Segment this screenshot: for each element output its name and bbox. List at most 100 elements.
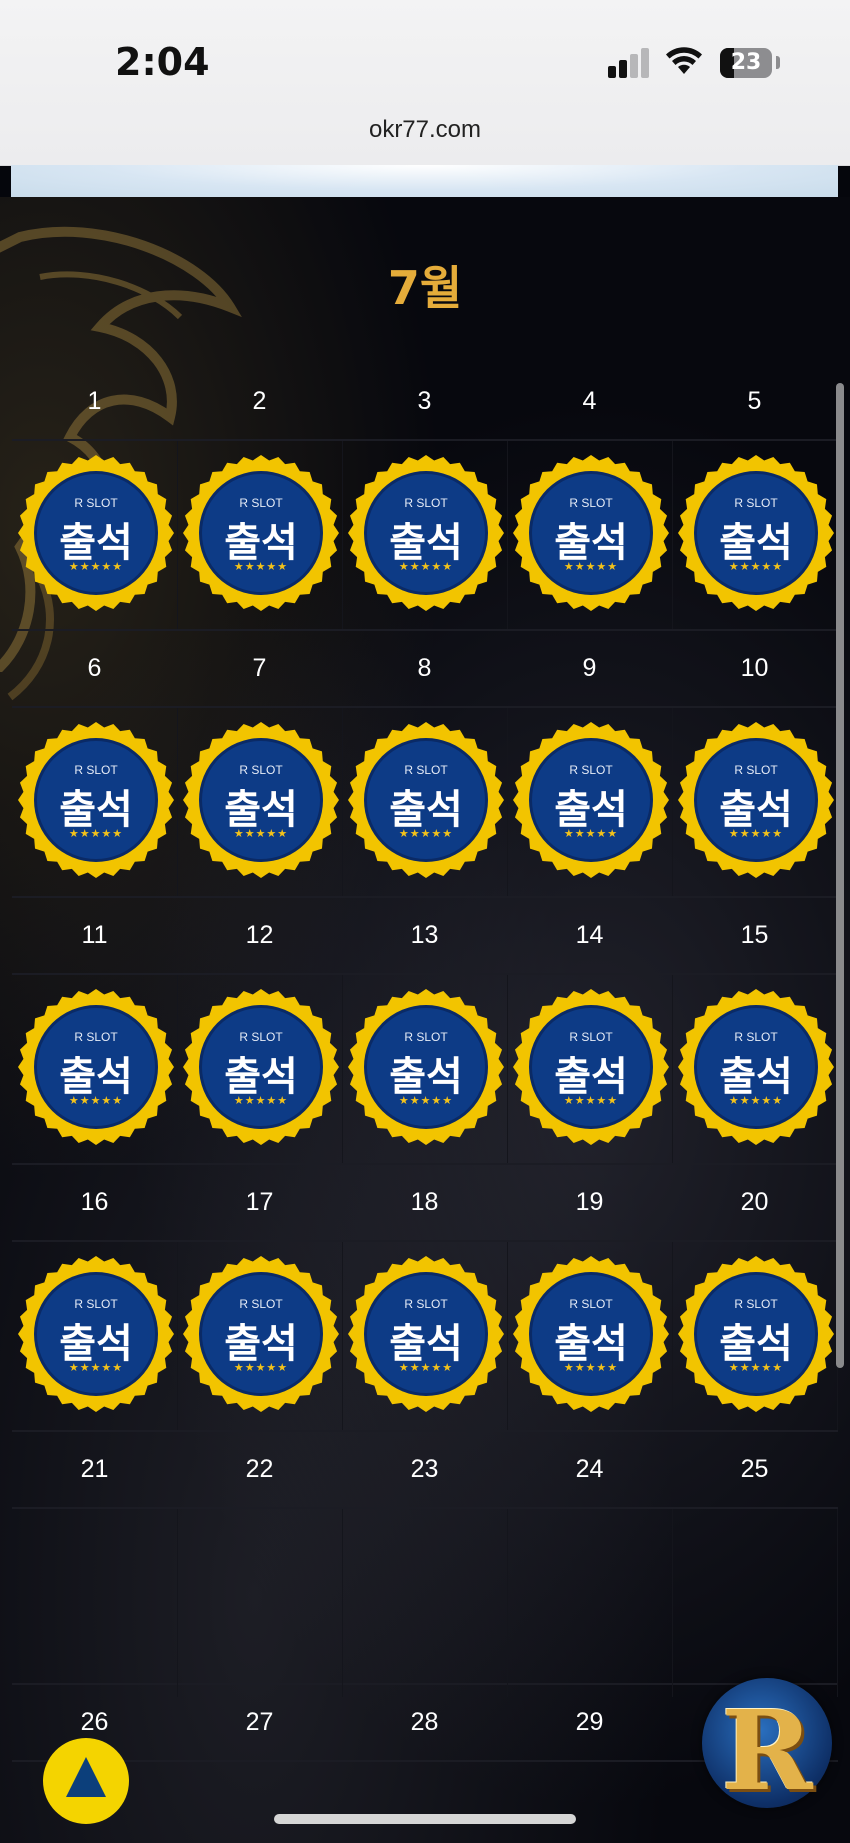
badge-stars: ★★★★★	[68, 1362, 124, 1374]
badge-text: R SLOT 출석 ★★★★★	[347, 1255, 505, 1413]
attendance-cell: R SLOT 출석 ★★★★★	[12, 441, 178, 629]
attendance-stamp: R SLOT 출석 ★★★★★	[182, 988, 340, 1146]
badge-brand: R SLOT	[404, 496, 448, 510]
attendance-stamp: R SLOT 출석 ★★★★★	[17, 721, 175, 879]
day-number: 28	[410, 1708, 439, 1736]
badge-text: R SLOT 출석 ★★★★★	[677, 454, 835, 612]
week-day-numbers: 21 22 23 24 25	[12, 1432, 838, 1509]
badge-stars: ★★★★★	[728, 1362, 784, 1374]
attendance-cell: R SLOT 출석 ★★★★★	[672, 441, 838, 629]
badge-stars: ★★★★★	[68, 1095, 124, 1107]
badge-brand: R SLOT	[74, 1030, 118, 1044]
badge-brand: R SLOT	[734, 1030, 778, 1044]
week-attendance-row	[12, 1509, 838, 1697]
day-number: 2	[252, 387, 267, 415]
attendance-stamp: R SLOT 출석 ★★★★★	[512, 988, 670, 1146]
badge-text: R SLOT 출석 ★★★★★	[677, 721, 835, 879]
badge-text: R SLOT 출석 ★★★★★	[677, 988, 835, 1146]
badge-brand: R SLOT	[239, 1297, 283, 1311]
attendance-cell: R SLOT 출석 ★★★★★	[12, 975, 178, 1163]
day-number: 17	[245, 1188, 274, 1216]
attendance-cell: R SLOT 출석 ★★★★★	[177, 441, 343, 629]
day-number: 4	[582, 387, 597, 415]
badge-stars: ★★★★★	[233, 828, 289, 840]
attendance-cell: R SLOT 출석 ★★★★★	[672, 975, 838, 1163]
attendance-cell: R SLOT 출석 ★★★★★	[672, 1242, 838, 1430]
attendance-stamp: R SLOT 출석 ★★★★★	[677, 1255, 835, 1413]
attendance-stamp: R SLOT 출석 ★★★★★	[677, 988, 835, 1146]
badge-stars: ★★★★★	[398, 561, 454, 573]
badge-brand: R SLOT	[404, 1030, 448, 1044]
day-number: 22	[245, 1455, 274, 1483]
attendance-cell: R SLOT 출석 ★★★★★	[342, 708, 508, 896]
attendance-cell: R SLOT 출석 ★★★★★	[177, 708, 343, 896]
badge-text: R SLOT 출석 ★★★★★	[512, 988, 670, 1146]
scrollbar[interactable]	[836, 383, 844, 1368]
badge-stars: ★★★★★	[728, 1095, 784, 1107]
week-attendance-row: R SLOT 출석 ★★★★★ R SLOT 출석 ★★★★★ R SLOT 출석 ★★★★★ R…	[12, 441, 838, 631]
badge-brand: R SLOT	[734, 1297, 778, 1311]
day-number: 19	[575, 1188, 604, 1216]
badge-text: R SLOT 출석 ★★★★★	[512, 454, 670, 612]
attendance-cell: R SLOT 출석 ★★★★★	[12, 708, 178, 896]
badge-stars: ★★★★★	[398, 1362, 454, 1374]
week-attendance-row: R SLOT 출석 ★★★★★ R SLOT 출석 ★★★★★ R SLOT 출석 ★★★★★ R…	[12, 975, 838, 1165]
day-number: 29	[575, 1708, 604, 1736]
wifi-icon	[666, 47, 702, 74]
attendance-cell: R SLOT 출석 ★★★★★	[507, 708, 673, 896]
badge-brand: R SLOT	[569, 1030, 613, 1044]
attendance-stamp: R SLOT 출석 ★★★★★	[347, 721, 505, 879]
badge-brand: R SLOT	[404, 763, 448, 777]
badge-stars: ★★★★★	[563, 1095, 619, 1107]
day-number: 1	[87, 387, 102, 415]
day-number: 3	[417, 387, 432, 415]
week-day-numbers: 1 2 3 4 5	[12, 364, 838, 441]
attendance-calendar-section: 7월 12345R SLOT 출석 ★★★★★ R SLOT 출석 ★★★★★ R SLOT…	[0, 197, 850, 1843]
month-title: 7월	[387, 261, 463, 315]
attendance-stamp: R SLOT 출석 ★★★★★	[512, 454, 670, 612]
badge-stars: ★★★★★	[728, 561, 784, 573]
badge-text: R SLOT 출석 ★★★★★	[182, 721, 340, 879]
attendance-cell: R SLOT 출석 ★★★★★	[507, 441, 673, 629]
attendance-stamp: R SLOT 출석 ★★★★★	[17, 454, 175, 612]
attendance-cell	[672, 1509, 838, 1697]
r-slot-logo-button[interactable]: R	[702, 1678, 832, 1815]
day-number: 7	[252, 654, 267, 682]
week-day-numbers: 6 7 8 9 10	[12, 631, 838, 708]
attendance-stamp: R SLOT 출석 ★★★★★	[347, 988, 505, 1146]
attendance-cell: R SLOT 출석 ★★★★★	[672, 708, 838, 896]
badge-text: R SLOT 출석 ★★★★★	[677, 1255, 835, 1413]
attendance-stamp: R SLOT 출석 ★★★★★	[182, 1255, 340, 1413]
attendance-cell: R SLOT 출석 ★★★★★	[507, 975, 673, 1163]
badge-brand: R SLOT	[74, 496, 118, 510]
attendance-cell	[177, 1509, 343, 1697]
attendance-cell: R SLOT 출석 ★★★★★	[342, 1242, 508, 1430]
attendance-stamp: R SLOT 출석 ★★★★★	[347, 1255, 505, 1413]
day-number: 21	[80, 1455, 109, 1483]
badge-stars: ★★★★★	[233, 1095, 289, 1107]
badge-text: R SLOT 출석 ★★★★★	[182, 454, 340, 612]
badge-text: R SLOT 출석 ★★★★★	[17, 988, 175, 1146]
day-number: 8	[417, 654, 432, 682]
attendance-cell	[12, 1509, 178, 1697]
scroll-top-button[interactable]	[43, 1738, 129, 1824]
attendance-cell	[507, 1509, 673, 1697]
badge-brand: R SLOT	[404, 1297, 448, 1311]
address-bar-url[interactable]: okr77.com	[0, 116, 850, 144]
badge-text: R SLOT 출석 ★★★★★	[17, 721, 175, 879]
top-banner	[11, 165, 838, 197]
week-day-numbers: 16 17 18 19 20	[12, 1165, 838, 1242]
badge-brand: R SLOT	[569, 763, 613, 777]
cellular-signal-icon	[608, 48, 652, 78]
home-indicator[interactable]	[274, 1814, 576, 1824]
badge-brand: R SLOT	[734, 496, 778, 510]
badge-brand: R SLOT	[239, 496, 283, 510]
battery-cap	[776, 56, 780, 69]
attendance-cell: R SLOT 출석 ★★★★★	[342, 441, 508, 629]
day-number: 16	[80, 1188, 109, 1216]
badge-text: R SLOT 출석 ★★★★★	[17, 1255, 175, 1413]
badge-brand: R SLOT	[734, 763, 778, 777]
badge-stars: ★★★★★	[233, 1362, 289, 1374]
day-number: 10	[740, 654, 769, 682]
week-attendance-row: R SLOT 출석 ★★★★★ R SLOT 출석 ★★★★★ R SLOT 출석 ★★★★★ R…	[12, 1242, 838, 1432]
